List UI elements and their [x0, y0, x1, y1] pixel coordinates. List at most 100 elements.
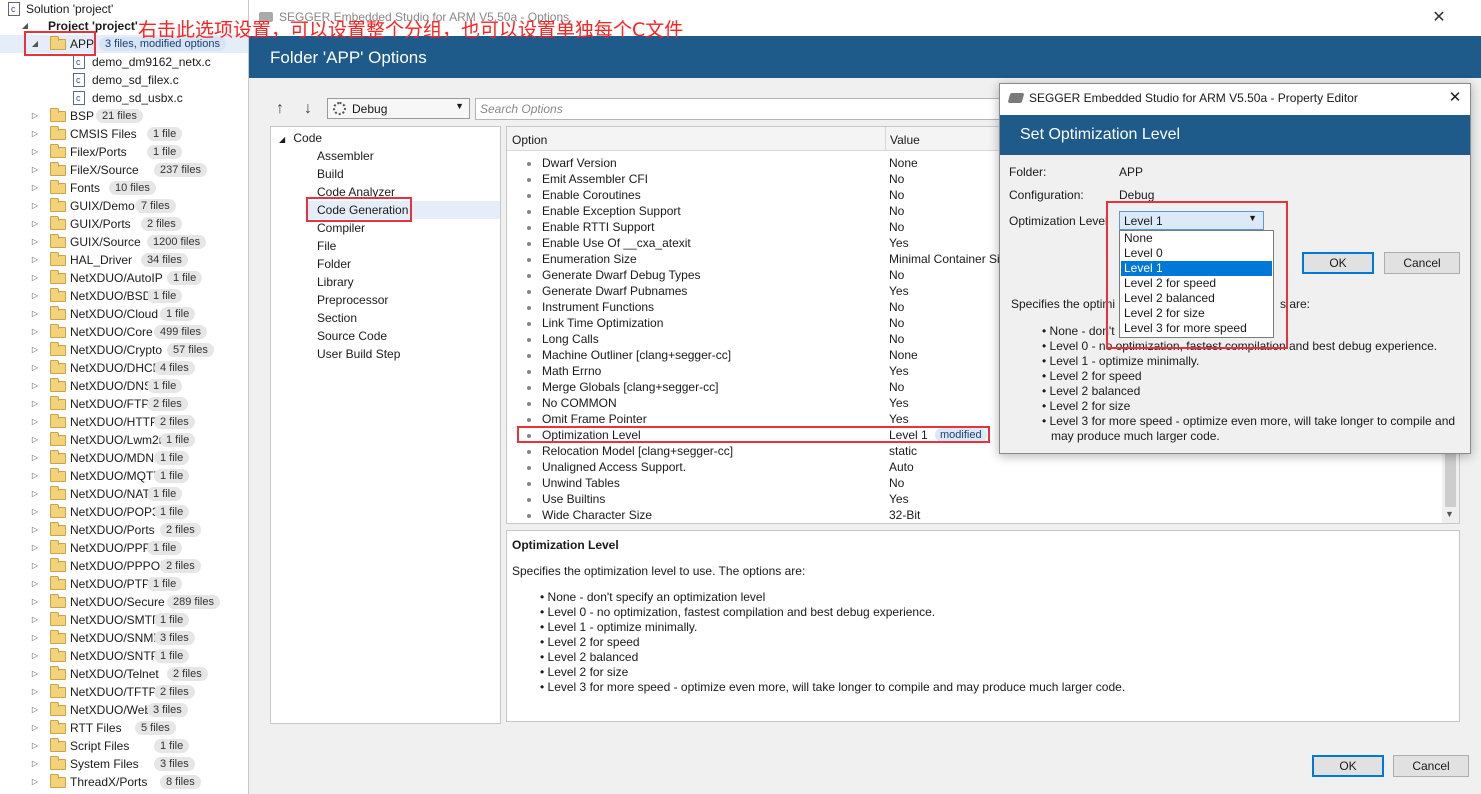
option-value[interactable]: No: [889, 203, 904, 219]
folder-icon: [50, 648, 66, 662]
expand-arrow-icon[interactable]: ▷: [30, 683, 40, 701]
option-value[interactable]: No: [889, 475, 904, 491]
chevron-down-icon[interactable]: ▼: [1445, 509, 1454, 519]
expand-arrow-icon[interactable]: ▷: [30, 773, 40, 791]
expand-arrow-icon[interactable]: ▷: [30, 287, 40, 305]
option-row[interactable]: Unaligned Access Support. Auto: [507, 459, 1442, 475]
expand-arrow-icon[interactable]: ▷: [30, 125, 40, 143]
option-value[interactable]: No: [889, 187, 904, 203]
expand-arrow-icon[interactable]: ▷: [30, 269, 40, 287]
close-icon[interactable]: ✕: [1444, 87, 1466, 109]
expand-arrow-icon[interactable]: ▷: [30, 665, 40, 683]
category-user-build-step[interactable]: User Build Step: [317, 345, 400, 363]
category-folder[interactable]: Folder: [317, 255, 351, 273]
option-value[interactable]: static: [889, 443, 917, 459]
expand-arrow-icon[interactable]: ▷: [30, 539, 40, 557]
expand-arrow-icon[interactable]: ▷: [30, 143, 40, 161]
option-value[interactable]: No: [889, 299, 904, 315]
option-value[interactable]: No: [889, 219, 904, 235]
category-code[interactable]: ◢ Code: [279, 129, 322, 147]
option-value[interactable]: No: [889, 379, 904, 395]
option-value[interactable]: Yes: [889, 491, 909, 507]
column-header-value[interactable]: Value: [890, 133, 920, 147]
option-value[interactable]: Yes: [889, 411, 909, 427]
expand-arrow-icon[interactable]: ▷: [30, 503, 40, 521]
app-logo-icon: [1007, 93, 1025, 103]
expand-arrow-icon[interactable]: ▷: [30, 161, 40, 179]
folder-icon: [50, 324, 66, 338]
category-assembler[interactable]: Assembler: [317, 147, 374, 165]
option-value[interactable]: Minimal Container Size: [889, 251, 1012, 267]
option-row[interactable]: Wide Character Size 32-Bit: [507, 507, 1442, 523]
expand-arrow-icon[interactable]: ▷: [30, 251, 40, 269]
configuration-value: Debug: [1119, 188, 1155, 202]
expand-arrow-icon[interactable]: ▷: [30, 737, 40, 755]
column-divider[interactable]: [885, 127, 886, 151]
category-preprocessor[interactable]: Preprocessor: [317, 291, 388, 309]
option-row[interactable]: Use Builtins Yes: [507, 491, 1442, 507]
expand-arrow-icon[interactable]: ▷: [30, 575, 40, 593]
expand-arrow-icon[interactable]: ▷: [30, 395, 40, 413]
option-value[interactable]: Yes: [889, 395, 909, 411]
description-item: • None - don't specify an optimization l…: [540, 590, 766, 604]
expand-arrow-icon[interactable]: ▷: [30, 557, 40, 575]
expand-arrow-icon[interactable]: ▷: [30, 521, 40, 539]
close-icon[interactable]: ✕: [1427, 6, 1451, 30]
expand-arrow-icon[interactable]: ▷: [30, 197, 40, 215]
column-header-option[interactable]: Option: [512, 133, 547, 147]
expand-arrow-icon[interactable]: ▷: [30, 107, 40, 125]
option-value[interactable]: Auto: [889, 459, 914, 475]
option-value[interactable]: No: [889, 315, 904, 331]
expand-arrow-icon[interactable]: ▷: [30, 647, 40, 665]
ok-button[interactable]: OK: [1302, 252, 1374, 274]
option-value[interactable]: 32-Bit: [889, 507, 920, 523]
option-name: Generate Dwarf Pubnames: [542, 284, 688, 298]
option-value[interactable]: Yes: [889, 235, 909, 251]
expand-arrow-icon[interactable]: ▷: [30, 593, 40, 611]
expand-arrow-icon[interactable]: ▷: [30, 305, 40, 323]
expand-arrow-icon[interactable]: ▷: [30, 215, 40, 233]
category-file[interactable]: File: [317, 237, 336, 255]
expand-arrow-icon[interactable]: ▷: [30, 719, 40, 737]
expand-arrow-icon[interactable]: ▷: [30, 323, 40, 341]
file-count-badge: 57 files: [167, 343, 214, 357]
expand-arrow-icon[interactable]: ▷: [30, 431, 40, 449]
category-library[interactable]: Library: [317, 273, 354, 291]
cancel-button[interactable]: Cancel: [1393, 755, 1469, 777]
expand-arrow-icon[interactable]: ▷: [30, 701, 40, 719]
expand-arrow-icon[interactable]: ▷: [30, 377, 40, 395]
option-value[interactable]: No: [889, 267, 904, 283]
expand-arrow-icon[interactable]: ▷: [30, 449, 40, 467]
option-row[interactable]: Unwind Tables No: [507, 475, 1442, 491]
option-value[interactable]: Yes: [889, 283, 909, 299]
arrow-up-icon[interactable]: ↑: [271, 100, 289, 118]
folder-label: NetXDUO/SNTP: [70, 649, 159, 663]
expand-arrow-icon[interactable]: ▷: [30, 467, 40, 485]
expand-arrow-icon[interactable]: ▷: [30, 629, 40, 647]
option-value[interactable]: No: [889, 331, 904, 347]
option-value[interactable]: None: [889, 155, 918, 171]
cancel-button[interactable]: Cancel: [1384, 252, 1460, 274]
category-section[interactable]: Section: [317, 309, 357, 327]
c-file-icon: [73, 53, 85, 71]
expand-arrow-icon[interactable]: ▷: [30, 341, 40, 359]
expand-arrow-icon[interactable]: ▷: [30, 179, 40, 197]
option-name: Long Calls: [542, 332, 599, 346]
option-value[interactable]: None: [889, 347, 918, 363]
expand-arrow-icon[interactable]: ▷: [30, 233, 40, 251]
search-input[interactable]: [475, 98, 1005, 120]
option-value[interactable]: Yes: [889, 363, 909, 379]
category-build[interactable]: Build: [317, 165, 344, 183]
expand-arrow-icon[interactable]: ▷: [30, 413, 40, 431]
ok-button[interactable]: OK: [1312, 755, 1384, 777]
option-value[interactable]: No: [889, 171, 904, 187]
arrow-down-icon[interactable]: ↓: [299, 100, 317, 118]
expand-arrow-icon[interactable]: ▷: [30, 359, 40, 377]
expand-arrow-icon[interactable]: ◢: [279, 135, 287, 144]
expand-arrow-icon[interactable]: ▷: [30, 611, 40, 629]
category-source-code[interactable]: Source Code: [317, 327, 387, 345]
scrollbar-thumb[interactable]: [1445, 451, 1456, 507]
configuration-select[interactable]: Debug ▼: [327, 98, 470, 119]
expand-arrow-icon[interactable]: ▷: [30, 755, 40, 773]
expand-arrow-icon[interactable]: ▷: [30, 485, 40, 503]
